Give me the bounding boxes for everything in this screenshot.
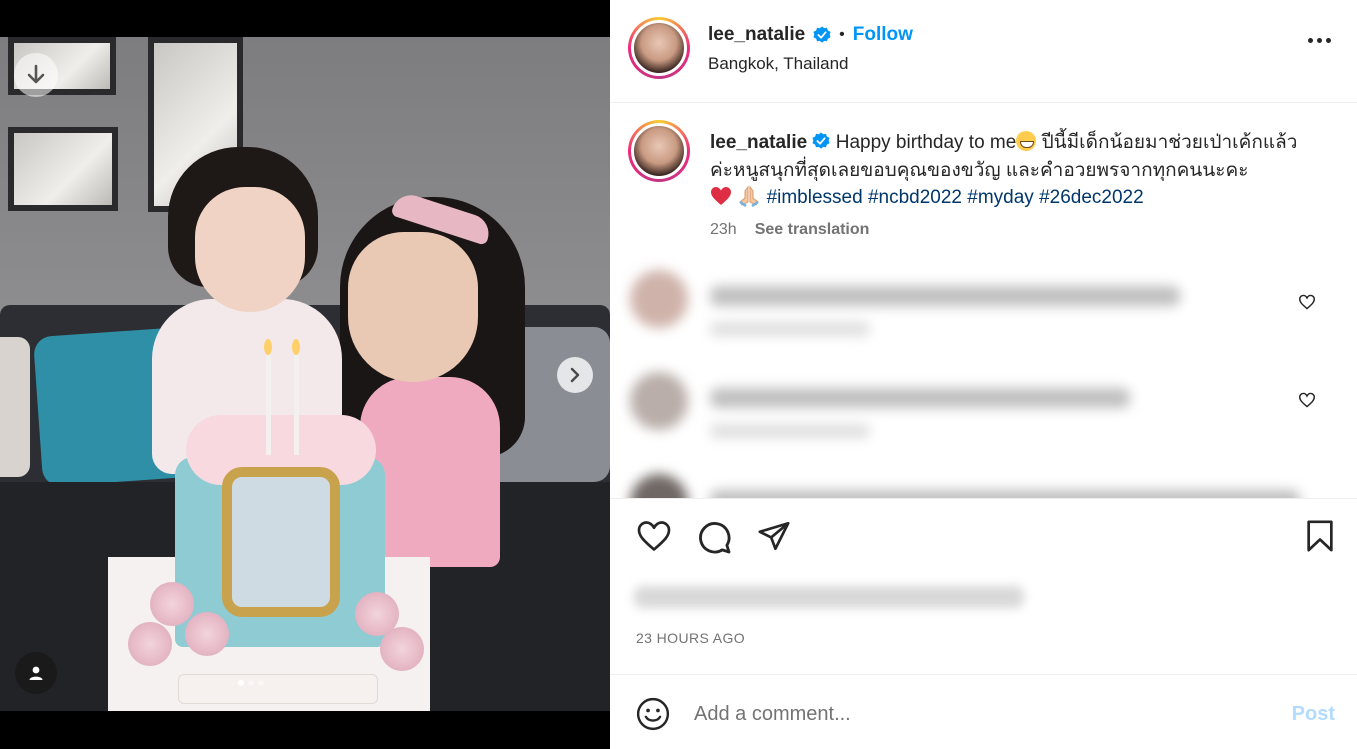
hashtag-link[interactable]: #26dec2022 — [1039, 187, 1144, 208]
caption-body: Happy birthday to me — [835, 132, 1017, 153]
next-slide-button[interactable] — [557, 357, 593, 393]
carousel-dot — [238, 680, 244, 686]
like-heart-icon[interactable] — [636, 519, 672, 553]
sugar-rose — [185, 612, 229, 656]
post-header: lee_natalie • Follow Bangkok, Thailand — [610, 0, 1357, 103]
comment-input[interactable] — [694, 699, 1254, 729]
hashtag-link[interactable]: #imblessed — [767, 187, 863, 208]
more-options-button[interactable] — [1308, 38, 1331, 43]
sugar-rose — [380, 627, 424, 671]
arrow-down-icon — [27, 64, 45, 84]
caption-text: lee_natalie Happy birthday to me ปีนี้มี… — [710, 129, 1320, 212]
see-translation-button[interactable]: See translation — [755, 221, 870, 239]
woman-figure — [348, 232, 478, 382]
action-bar — [610, 498, 1357, 578]
save-bookmark-icon[interactable] — [1304, 519, 1336, 553]
comment-item — [630, 474, 1330, 498]
candle — [294, 355, 299, 455]
carousel-indicator — [238, 680, 264, 686]
comments-list — [610, 248, 1357, 498]
emoji-smiley-icon[interactable] — [636, 697, 670, 731]
sugar-rose — [128, 622, 172, 666]
verified-badge-icon — [813, 26, 831, 43]
caption-meta: 23h See translation — [710, 221, 869, 239]
candle-flame — [292, 339, 300, 355]
sugar-rose — [150, 582, 194, 626]
caption-time[interactable]: 23h — [710, 221, 737, 239]
comment-item — [630, 372, 1330, 462]
baby-figure — [195, 187, 305, 312]
download-button[interactable] — [14, 53, 58, 97]
more-dot — [1317, 38, 1322, 43]
more-dot — [1326, 38, 1331, 43]
cake-banner — [178, 674, 378, 704]
likes-summary[interactable] — [634, 586, 1024, 608]
post-photo[interactable] — [0, 37, 610, 711]
author-username[interactable]: lee_natalie — [708, 24, 805, 46]
cake-photo-frame — [222, 467, 340, 617]
follow-button[interactable]: Follow — [853, 24, 913, 46]
carousel-dot — [258, 680, 264, 686]
like-comment-heart-icon[interactable] — [1298, 392, 1316, 408]
chevron-right-icon — [570, 367, 580, 383]
post-location[interactable]: Bangkok, Thailand — [708, 54, 849, 74]
candle — [266, 355, 271, 455]
media-pane — [0, 0, 610, 749]
post-comment-button[interactable]: Post — [1292, 703, 1335, 726]
tagged-users-button[interactable] — [15, 652, 57, 694]
comment-item — [630, 270, 1330, 360]
like-comment-heart-icon[interactable] — [1298, 294, 1316, 310]
comment-composer: Post — [610, 674, 1357, 749]
caption-username[interactable]: lee_natalie — [710, 132, 807, 153]
caption-avatar[interactable] — [628, 120, 690, 182]
comment-bubble-icon[interactable] — [696, 519, 732, 555]
wall-frame — [8, 127, 118, 211]
post-timestamp[interactable]: 23 HOURS AGO — [636, 630, 745, 646]
folded-hands-icon — [739, 185, 759, 208]
separator-dot: • — [839, 26, 845, 43]
grinning-face-icon — [1016, 131, 1037, 151]
more-dot — [1308, 38, 1313, 43]
carousel-dot — [248, 680, 254, 686]
verified-badge-icon — [812, 132, 831, 149]
candle-flame — [264, 339, 272, 355]
red-heart-icon — [711, 187, 731, 205]
user-icon — [29, 666, 43, 680]
hashtag-link[interactable]: #ncbd2022 — [868, 187, 962, 208]
pillow — [0, 337, 30, 477]
author-avatar[interactable] — [628, 17, 690, 79]
hashtag-link[interactable]: #myday — [967, 187, 1034, 208]
info-pane: lee_natalie • Follow Bangkok, Thailand l… — [610, 0, 1357, 749]
share-paper-plane-icon[interactable] — [756, 519, 792, 553]
